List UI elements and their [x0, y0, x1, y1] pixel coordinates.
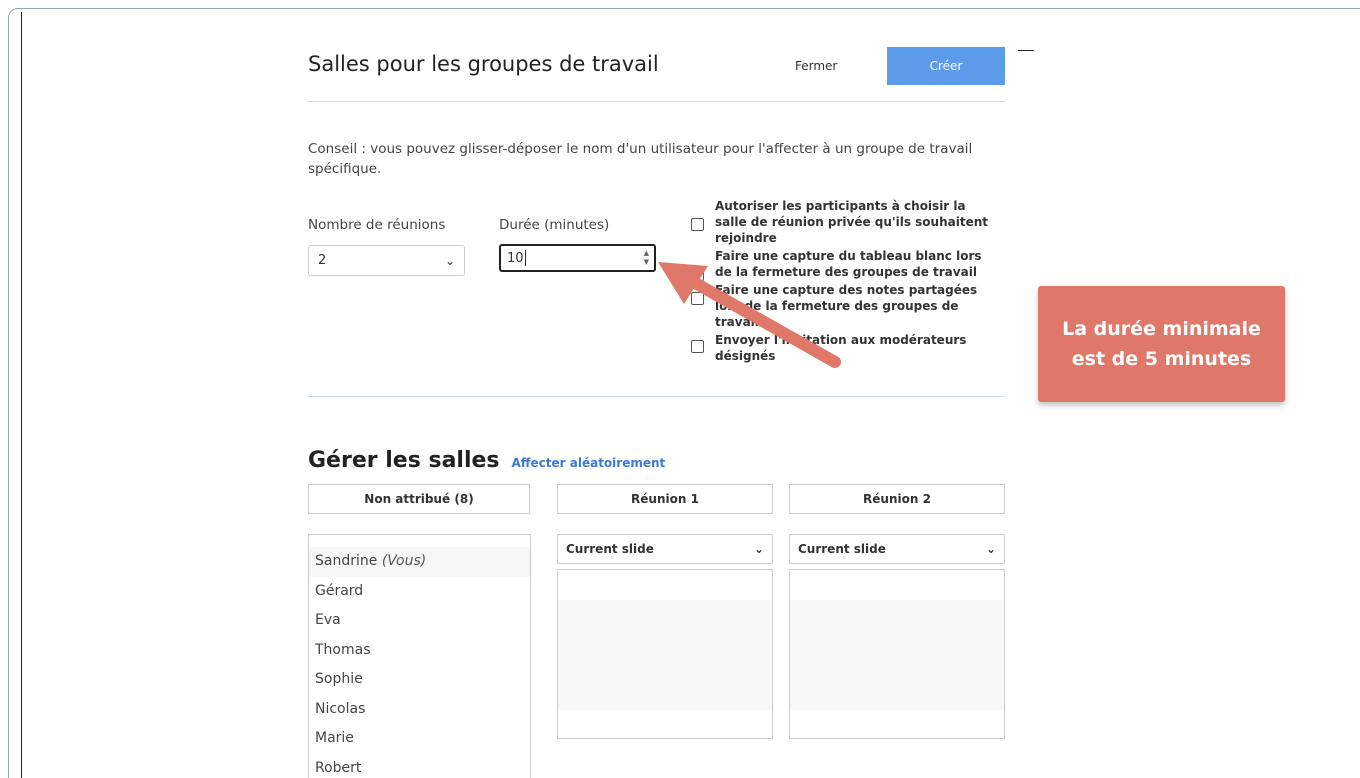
- room-count-select[interactable]: 2 ⌄: [308, 245, 465, 276]
- unassigned-list: Sandrine (Vous) Gérard Eva Thomas Sophie…: [308, 534, 531, 778]
- list-item[interactable]: Robert: [309, 754, 530, 778]
- checkbox[interactable]: [691, 292, 704, 305]
- list-item[interactable]: Sandrine (Vous): [309, 547, 530, 577]
- member-name: Gérard: [315, 582, 364, 599]
- manage-rooms-header: Gérer les salles Affecter aléatoirement: [308, 448, 665, 473]
- minimize-icon[interactable]: [1018, 50, 1034, 51]
- option-label: Faire une capture des notes partagées lo…: [715, 283, 978, 329]
- member-name: Marie: [315, 730, 354, 746]
- room-2-dropzone[interactable]: [789, 569, 1005, 739]
- room-2-slide-value: Current slide: [798, 542, 886, 556]
- unassigned-header: Non attribué (8): [308, 484, 530, 514]
- option-label: Envoyer l'invitation aux modérateurs dés…: [715, 333, 967, 363]
- room-2-header: Réunion 2: [789, 484, 1005, 514]
- room-2-slide-select[interactable]: Current slide ⌄: [789, 534, 1005, 564]
- list-item[interactable]: Nicolas: [309, 695, 530, 725]
- divider: [308, 101, 1005, 102]
- duration-input[interactable]: 10 ▲ ▼: [499, 244, 656, 272]
- chevron-down-icon: ⌄: [753, 542, 764, 556]
- chevron-down-icon: ⌄: [444, 253, 455, 268]
- hint-text: Conseil : vous pouvez glisser-déposer le…: [308, 141, 973, 177]
- options-list: Autoriser les participants à choisir la …: [691, 198, 1001, 366]
- dialog-title: Salles pour les groupes de travail: [308, 52, 659, 76]
- count-label: Nombre de réunions: [308, 217, 446, 233]
- duration-value: 10: [507, 250, 524, 266]
- room-1-header: Réunion 1: [557, 484, 773, 514]
- divider: [308, 396, 1005, 397]
- left-border: [21, 12, 22, 778]
- text-caret: [524, 250, 526, 266]
- spinner-icon[interactable]: ▲ ▼: [644, 249, 649, 267]
- member-name: Eva: [315, 612, 341, 628]
- member-name: Sophie: [315, 671, 363, 687]
- option-label: Autoriser les participants à choisir la …: [715, 199, 988, 245]
- option-notes-capture[interactable]: Faire une capture des notes partagées lo…: [691, 282, 1001, 330]
- room-1-slide-select[interactable]: Current slide ⌄: [557, 534, 773, 564]
- checkbox[interactable]: [691, 340, 704, 353]
- room-1-preview: [558, 600, 772, 710]
- close-button[interactable]: Fermer: [795, 59, 837, 73]
- random-assign-link[interactable]: Affecter aléatoirement: [512, 456, 666, 470]
- list-item[interactable]: Eva: [309, 606, 530, 636]
- checkbox[interactable]: [691, 268, 704, 281]
- list-item[interactable]: Thomas: [309, 636, 530, 666]
- option-label: Faire une capture du tableau blanc lors …: [715, 249, 982, 279]
- list-item[interactable]: Marie: [309, 724, 530, 754]
- option-choose-room[interactable]: Autoriser les participants à choisir la …: [691, 198, 1001, 246]
- annotation-callout: La durée minimale est de 5 minutes: [1038, 286, 1285, 402]
- callout-line-1: La durée minimale: [1062, 318, 1261, 340]
- duration-label: Durée (minutes): [499, 217, 610, 233]
- checkbox[interactable]: [691, 218, 704, 231]
- create-button[interactable]: Créer: [887, 47, 1005, 85]
- member-suffix: (Vous): [381, 553, 427, 569]
- room-2-preview: [790, 600, 1004, 710]
- room-1-slide-value: Current slide: [566, 542, 654, 556]
- callout-line-2: est de 5 minutes: [1071, 348, 1252, 370]
- member-name: Sandrine: [315, 553, 378, 569]
- member-name: Nicolas: [315, 700, 366, 717]
- room-1-dropzone[interactable]: [557, 569, 773, 739]
- list-item[interactable]: Sophie: [309, 665, 530, 695]
- member-name: Thomas: [315, 641, 371, 658]
- option-whiteboard-capture[interactable]: Faire une capture du tableau blanc lors …: [691, 248, 1001, 281]
- option-send-invitation[interactable]: Envoyer l'invitation aux modérateurs dés…: [691, 332, 1001, 364]
- list-item[interactable]: Gérard: [309, 577, 530, 607]
- room-count-value: 2: [318, 253, 327, 268]
- manage-rooms-title: Gérer les salles: [308, 448, 500, 473]
- chevron-down-icon: ⌄: [985, 542, 996, 556]
- member-name: Robert: [315, 759, 362, 776]
